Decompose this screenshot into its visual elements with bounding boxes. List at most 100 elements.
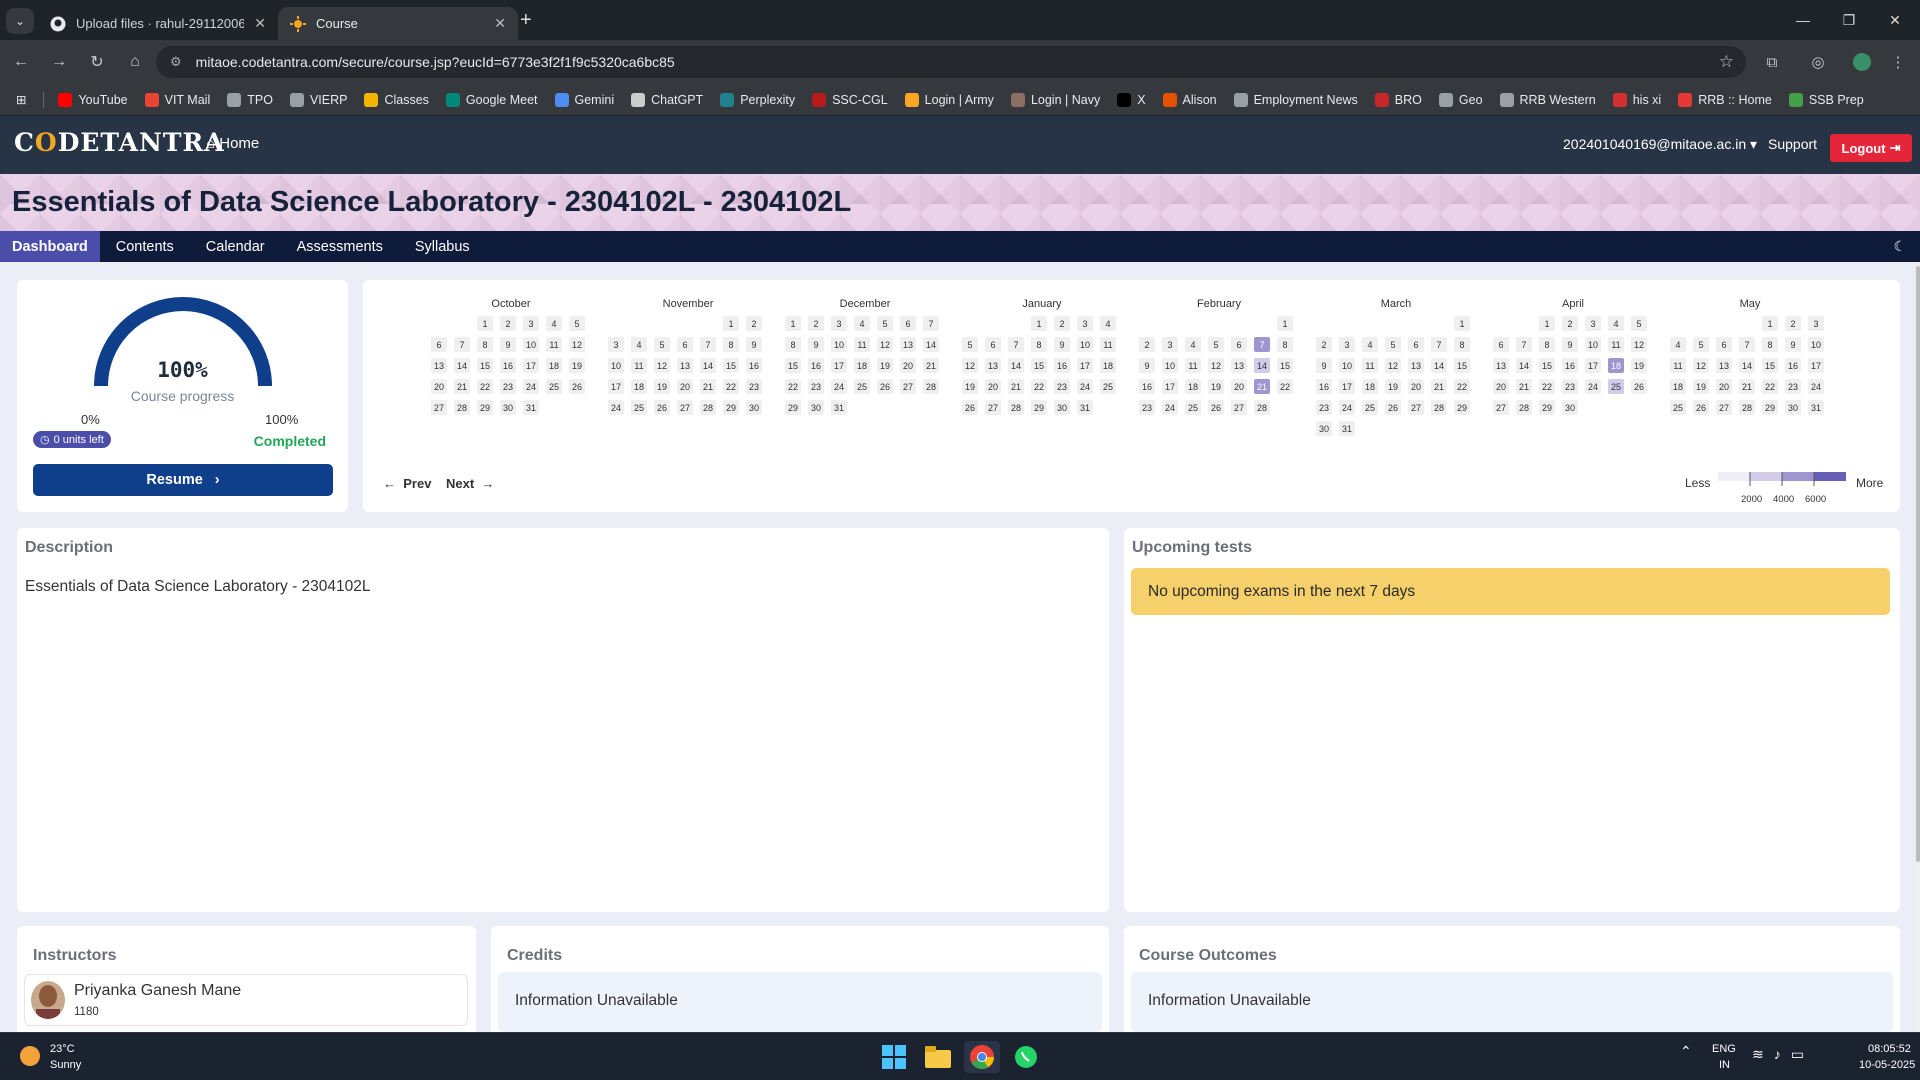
calendar-day[interactable]: 1: [1539, 316, 1555, 331]
calendar-day[interactable]: 18: [1185, 379, 1201, 394]
calendar-day[interactable]: 27: [985, 400, 1001, 415]
calendar-day[interactable]: 5: [569, 316, 585, 331]
calendar-day[interactable]: 28: [1254, 400, 1270, 415]
bookmark-item[interactable]: VIERP: [289, 92, 347, 107]
calendar-day[interactable]: 27: [431, 400, 447, 415]
calendar-day[interactable]: 4: [854, 316, 870, 331]
calendar-day[interactable]: 12: [877, 337, 893, 352]
calendar-day[interactable]: 5: [1208, 337, 1224, 352]
next-button[interactable]: Next →: [446, 476, 494, 491]
calendar-day[interactable]: 3: [1808, 316, 1824, 331]
calendar-day[interactable]: 3: [523, 316, 539, 331]
calendar-day[interactable]: 1: [1277, 316, 1293, 331]
calendar-day[interactable]: 26: [1631, 379, 1647, 394]
calendar-day[interactable]: 18: [854, 358, 870, 373]
calendar-day[interactable]: 18: [631, 379, 647, 394]
bookmark-item[interactable]: BRO: [1374, 92, 1422, 107]
bookmark-item[interactable]: VIT Mail: [144, 92, 210, 107]
calendar-day[interactable]: 18: [546, 358, 562, 373]
close-tab-icon[interactable]: ✕: [494, 15, 506, 32]
calendar-day[interactable]: 24: [1585, 379, 1601, 394]
calendar-day[interactable]: 29: [1539, 400, 1555, 415]
calendar-day[interactable]: 27: [1408, 400, 1424, 415]
calendar-day[interactable]: 30: [746, 400, 762, 415]
bookmark-item[interactable]: Alison: [1162, 92, 1217, 107]
chrome-taskbar-button[interactable]: [964, 1041, 1000, 1073]
calendar-day[interactable]: 5: [877, 316, 893, 331]
minimize-button[interactable]: —: [1780, 0, 1826, 40]
calendar-day[interactable]: 12: [1631, 337, 1647, 352]
calendar-day[interactable]: 22: [785, 379, 801, 394]
calendar-day[interactable]: 15: [1031, 358, 1047, 373]
calendar-day[interactable]: 9: [1562, 337, 1578, 352]
calendar-day[interactable]: 23: [746, 379, 762, 394]
calendar-day[interactable]: 1: [1454, 316, 1470, 331]
calendar-day[interactable]: 22: [723, 379, 739, 394]
calendar-day[interactable]: 25: [1608, 379, 1624, 394]
calendar-day[interactable]: 23: [1562, 379, 1578, 394]
calendar-day[interactable]: 4: [1185, 337, 1201, 352]
calendar-day[interactable]: 12: [654, 358, 670, 373]
calendar-day[interactable]: 19: [962, 379, 978, 394]
profile-avatar-icon[interactable]: [1850, 50, 1874, 74]
calendar-day[interactable]: 2: [1316, 337, 1332, 352]
calendar-day[interactable]: 30: [1562, 400, 1578, 415]
calendar-day[interactable]: 2: [500, 316, 516, 331]
calendar-day[interactable]: 26: [654, 400, 670, 415]
calendar-day[interactable]: 7: [1516, 337, 1532, 352]
bookmark-item[interactable]: Login | Army: [904, 92, 994, 107]
calendar-day[interactable]: 20: [900, 358, 916, 373]
performance-icon[interactable]: ◎: [1806, 50, 1830, 74]
tab-contents[interactable]: Contents: [100, 231, 190, 262]
calendar-day[interactable]: 14: [700, 358, 716, 373]
support-link[interactable]: Support: [1768, 136, 1817, 152]
calendar-day[interactable]: 14: [1008, 358, 1024, 373]
calendar-day[interactable]: 13: [677, 358, 693, 373]
calendar-day[interactable]: 26: [1385, 400, 1401, 415]
calendar-day[interactable]: 12: [1208, 358, 1224, 373]
calendar-day[interactable]: 2: [1562, 316, 1578, 331]
calendar-day[interactable]: 11: [1100, 337, 1116, 352]
calendar-day[interactable]: 25: [1362, 400, 1378, 415]
browser-tab-course[interactable]: Course ✕: [278, 7, 518, 40]
calendar-day[interactable]: 7: [1008, 337, 1024, 352]
calendar-day[interactable]: 27: [1716, 400, 1732, 415]
calendar-day[interactable]: 24: [831, 379, 847, 394]
calendar-day[interactable]: 12: [1693, 358, 1709, 373]
calendar-day[interactable]: 21: [1739, 379, 1755, 394]
calendar-day[interactable]: 7: [1739, 337, 1755, 352]
calendar-day[interactable]: 15: [723, 358, 739, 373]
bookmark-item[interactable]: RRB Western: [1499, 92, 1596, 107]
calendar-day[interactable]: 20: [1408, 379, 1424, 394]
bookmark-star-icon[interactable]: ☆: [1719, 52, 1734, 72]
calendar-day[interactable]: 14: [1516, 358, 1532, 373]
calendar-day[interactable]: 25: [854, 379, 870, 394]
calendar-day[interactable]: 29: [1031, 400, 1047, 415]
calendar-day[interactable]: 12: [1385, 358, 1401, 373]
home-link[interactable]: ⌂ Home: [206, 135, 259, 152]
bookmark-item[interactable]: SSC-CGL: [812, 92, 888, 107]
calendar-day[interactable]: 17: [608, 379, 624, 394]
calendar-day[interactable]: 13: [1408, 358, 1424, 373]
calendar-day[interactable]: 31: [831, 400, 847, 415]
calendar-day[interactable]: 22: [1539, 379, 1555, 394]
reload-button[interactable]: ↻: [80, 45, 114, 79]
calendar-day[interactable]: 18: [1670, 379, 1686, 394]
calendar-day[interactable]: 4: [1670, 337, 1686, 352]
calendar-day[interactable]: 8: [1454, 337, 1470, 352]
tab-search-button[interactable]: ⌄: [6, 8, 34, 34]
calendar-day[interactable]: 25: [1670, 400, 1686, 415]
instructor-item[interactable]: Priyanka Ganesh Mane 1180: [24, 974, 468, 1026]
calendar-day[interactable]: 13: [431, 358, 447, 373]
calendar-day[interactable]: 20: [1716, 379, 1732, 394]
calendar-day[interactable]: 27: [1493, 400, 1509, 415]
calendar-day[interactable]: 25: [631, 400, 647, 415]
calendar-day[interactable]: 6: [1716, 337, 1732, 352]
calendar-day[interactable]: 21: [454, 379, 470, 394]
calendar-day[interactable]: 4: [631, 337, 647, 352]
more-menu-icon[interactable]: ⋮: [1886, 50, 1910, 74]
calendar-day[interactable]: 3: [1585, 316, 1601, 331]
calendar-day[interactable]: 19: [1385, 379, 1401, 394]
calendar-day[interactable]: 31: [523, 400, 539, 415]
browser-tab-upload[interactable]: Upload files · rahul-29112006/E ✕: [38, 7, 278, 40]
